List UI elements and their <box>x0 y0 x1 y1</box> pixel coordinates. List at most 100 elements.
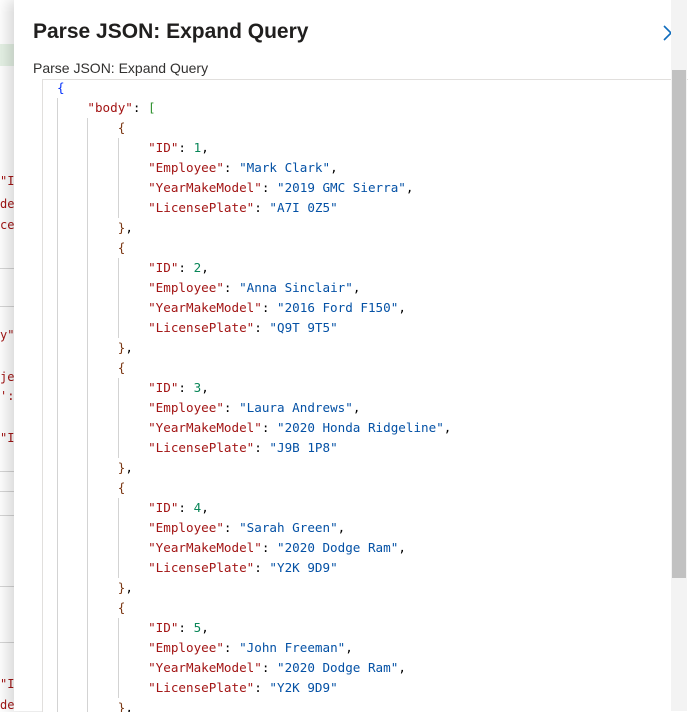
background-fragment: ce <box>0 218 14 232</box>
indent-guide <box>117 138 119 218</box>
code-line: { <box>118 598 126 618</box>
bracket-open: [ <box>148 100 156 115</box>
code-line: "ID": 3, <box>148 378 209 398</box>
json-colon: : <box>261 300 277 315</box>
code-line: "LicensePlate": "J9B 1P8" <box>148 438 338 458</box>
json-value: "Anna Sinclair" <box>239 280 353 295</box>
json-colon: : <box>178 140 194 155</box>
indent-guide <box>117 498 119 578</box>
code-line: { <box>57 80 65 98</box>
code-line: { <box>118 238 126 258</box>
json-value: "J9B 1P8" <box>269 440 338 455</box>
indent-guide <box>117 378 119 458</box>
json-key: "Employee" <box>148 640 224 655</box>
background-divider <box>0 471 14 472</box>
json-comma: , <box>201 140 209 155</box>
json-colon: : <box>254 320 270 335</box>
brace-open: { <box>117 120 126 135</box>
json-value: "Laura Andrews" <box>239 400 353 415</box>
json-key: "LicensePlate" <box>148 200 255 215</box>
json-colon: : <box>261 660 277 675</box>
json-colon: : <box>132 100 149 115</box>
json-comma: , <box>345 640 353 655</box>
json-value: "Y2K 9D9" <box>269 560 338 575</box>
json-comma: , <box>352 400 361 415</box>
json-value: "2016 Ford F150" <box>276 300 399 315</box>
expand-query-panel: Parse JSON: Expand Query Parse JSON: Exp… <box>14 0 688 712</box>
brace-open: { <box>57 80 65 95</box>
background-fragment: "I <box>0 677 14 691</box>
json-colon: : <box>223 160 240 175</box>
json-value: "2020 Dodge Ram" <box>276 540 399 555</box>
code-line: "Employee": "Anna Sinclair", <box>148 278 360 298</box>
scrollbar-thumb[interactable] <box>672 70 686 578</box>
code-line: "ID": 2, <box>148 258 209 278</box>
json-value: "2020 Dodge Ram" <box>276 660 399 675</box>
code-line: "YearMakeModel": "2020 Dodge Ram", <box>148 538 406 558</box>
code-line: }, <box>118 698 133 712</box>
json-colon: : <box>254 680 270 695</box>
json-code-editor[interactable]: {"body": [{"ID": 1, "Employee": "Mark Cla… <box>42 79 688 712</box>
json-key: "LicensePlate" <box>148 560 255 575</box>
code-line: { <box>118 358 126 378</box>
code-line: "YearMakeModel": "2020 Honda Ridgeline", <box>148 418 451 438</box>
code-line: "ID": 5, <box>148 618 209 638</box>
json-colon: : <box>178 380 194 395</box>
background-fragment: de <box>0 197 14 211</box>
panel-title: Parse JSON: Expand Query <box>33 20 309 43</box>
json-comma: , <box>125 580 133 595</box>
json-value: "Q9T 9T5" <box>269 320 338 335</box>
json-colon: : <box>223 280 240 295</box>
json-comma: , <box>337 520 346 535</box>
code-line: "Employee": "Sarah Green", <box>148 518 345 538</box>
json-comma: , <box>443 420 452 435</box>
json-key: "ID" <box>148 260 179 275</box>
code-line: }, <box>118 218 133 238</box>
json-comma: , <box>398 300 406 315</box>
code-line: { <box>118 118 126 138</box>
background-divider <box>0 515 14 516</box>
json-key: "YearMakeModel" <box>148 660 262 675</box>
background-fragment: "I <box>0 431 14 445</box>
json-value: "A7I 0Z5" <box>269 200 338 215</box>
json-value: "Y2K 9D9" <box>269 680 338 695</box>
code-line: "YearMakeModel": "2019 GMC Sierra", <box>148 178 413 198</box>
json-value: "2019 GMC Sierra" <box>276 180 406 195</box>
json-value: "John Freeman" <box>239 640 346 655</box>
background-divider <box>0 586 14 587</box>
editor-scrollbar[interactable] <box>671 0 687 711</box>
indent-guide <box>87 118 89 712</box>
code-line: "Employee": "Mark Clark", <box>148 158 338 178</box>
json-colon: : <box>254 440 270 455</box>
indent-guide <box>117 258 119 338</box>
brace-open: { <box>117 360 126 375</box>
json-comma: , <box>125 460 133 475</box>
json-comma: , <box>201 620 209 635</box>
json-comma: , <box>398 660 406 675</box>
indent-guide <box>117 618 119 698</box>
code-line: "LicensePlate": "A7I 0Z5" <box>148 198 338 218</box>
json-comma: , <box>201 500 209 515</box>
json-key: "ID" <box>148 620 179 635</box>
json-colon: : <box>261 180 277 195</box>
json-key: "Employee" <box>148 400 224 415</box>
code-line: "LicensePlate": "Y2K 9D9" <box>148 558 338 578</box>
json-colon: : <box>261 540 277 555</box>
json-key: "body" <box>87 100 133 115</box>
json-colon: : <box>178 620 194 635</box>
json-colon: : <box>254 200 270 215</box>
code-line: "LicensePlate": "Q9T 9T5" <box>148 318 338 338</box>
json-comma: , <box>330 160 338 175</box>
json-colon: : <box>261 420 277 435</box>
background-fragment: je <box>0 370 14 384</box>
json-colon: : <box>223 520 240 535</box>
json-colon: : <box>223 640 240 655</box>
json-colon: : <box>178 500 194 515</box>
json-comma: , <box>405 180 414 195</box>
json-comma: , <box>125 220 133 235</box>
json-value: "Sarah Green" <box>239 520 338 535</box>
background-fragment: "I <box>0 174 14 188</box>
background-fragment: de <box>0 698 14 711</box>
background-highlight <box>0 44 14 66</box>
background-divider <box>0 306 14 307</box>
